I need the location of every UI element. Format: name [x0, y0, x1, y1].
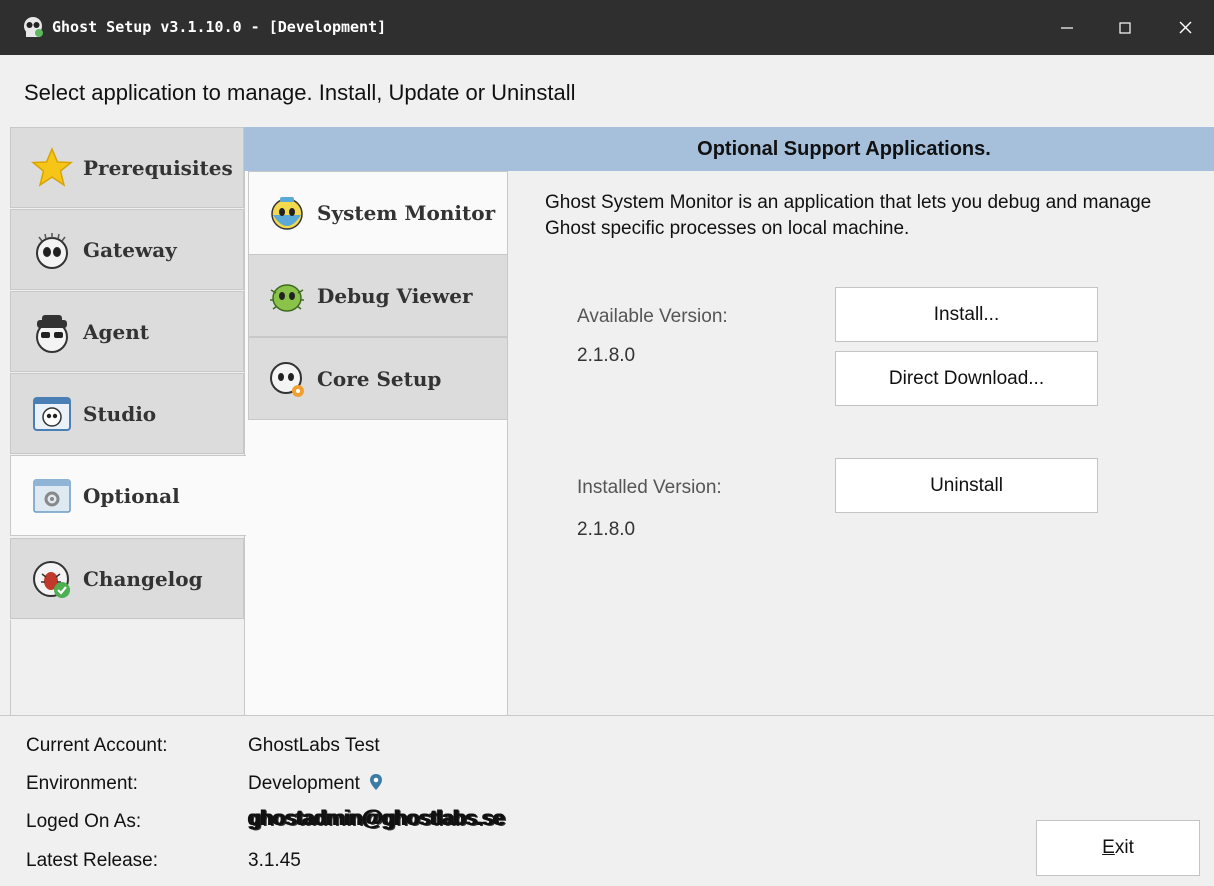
tab-changelog[interactable]: Changelog	[10, 538, 244, 619]
tab-label: Changelog	[83, 566, 203, 591]
environment-row: Development	[248, 773, 383, 795]
core-setup-icon	[270, 361, 304, 397]
tab-label: Optional	[83, 483, 180, 508]
ghost-studio-icon	[33, 396, 71, 431]
page-instruction: Select application to manage. Install, U…	[24, 80, 576, 105]
title-bar: Ghost Setup v3.1.10.0 - [Development]	[0, 0, 1214, 55]
section-title: Optional Support Applications.	[697, 137, 991, 160]
system-monitor-icon	[271, 197, 303, 230]
tab-label: Prerequisites	[83, 155, 233, 180]
left-tab-frame	[10, 620, 245, 715]
star-icon	[30, 146, 74, 187]
minimize-icon	[1061, 26, 1073, 29]
subtab-core-setup[interactable]: Core Setup	[248, 337, 508, 420]
tab-optional[interactable]: Optional	[10, 455, 246, 536]
section-banner: Optional Support Applications.	[244, 127, 1214, 171]
tab-studio[interactable]: Studio	[10, 373, 244, 454]
footer-divider	[0, 715, 1214, 716]
tab-prerequisites[interactable]: Prerequisites	[10, 127, 244, 208]
subtab-debug-viewer[interactable]: Debug Viewer	[248, 254, 508, 337]
maximize-icon	[1119, 21, 1131, 34]
logged-on-label: Loged On As:	[26, 811, 142, 832]
direct-download-button[interactable]: Direct Download...	[835, 351, 1098, 406]
environment-value: Development	[248, 773, 360, 794]
debug-viewer-icon	[270, 283, 304, 312]
latest-release-value: 3.1.45	[248, 850, 301, 871]
subtab-system-monitor[interactable]: System Monitor	[248, 171, 508, 254]
latest-release-label: Latest Release:	[26, 850, 159, 871]
subtab-label: Debug Viewer	[317, 283, 473, 308]
location-pin-icon	[370, 774, 383, 790]
current-account-value: GhostLabs Test	[248, 735, 380, 756]
logged-on-value: ghostadmin@ghostlabs.se	[248, 807, 505, 830]
tab-agent[interactable]: Agent	[10, 291, 244, 372]
tab-label: Studio	[83, 401, 157, 426]
app-ghost-icon	[24, 17, 43, 37]
installed-version-value: 2.1.8.0	[577, 519, 636, 540]
maximize-button[interactable]	[1096, 0, 1154, 55]
uninstall-button[interactable]: Uninstall	[835, 458, 1098, 513]
minimize-button[interactable]	[1038, 0, 1096, 55]
exit-label: xit	[1114, 837, 1134, 858]
optional-gear-icon	[33, 478, 71, 513]
subtab-label: System Monitor	[317, 201, 496, 225]
available-version-value: 2.1.8.0	[577, 345, 636, 366]
ghost-gateway-icon	[36, 232, 68, 269]
subtab-label: Core Setup	[317, 366, 442, 391]
tab-label: Agent	[83, 319, 150, 344]
available-version-label: Available Version:	[577, 306, 728, 327]
install-button[interactable]: Install...	[835, 287, 1098, 342]
exit-button[interactable]: Exit	[1036, 820, 1200, 876]
close-button[interactable]	[1156, 0, 1214, 55]
tab-gateway[interactable]: Gateway	[10, 209, 244, 290]
ghost-agent-icon	[36, 314, 68, 353]
environment-label: Environment:	[26, 773, 138, 794]
bug-check-icon	[33, 560, 70, 598]
app-description: Ghost System Monitor is an application t…	[545, 192, 1152, 239]
window-title: Ghost Setup v3.1.10.0 - [Development]	[52, 18, 387, 36]
close-icon	[1179, 21, 1191, 34]
exit-mnemonic: E	[1102, 837, 1115, 858]
current-account-label: Current Account:	[26, 735, 168, 756]
tab-label: Gateway	[83, 237, 177, 262]
installed-version-label: Installed Version:	[577, 477, 722, 498]
